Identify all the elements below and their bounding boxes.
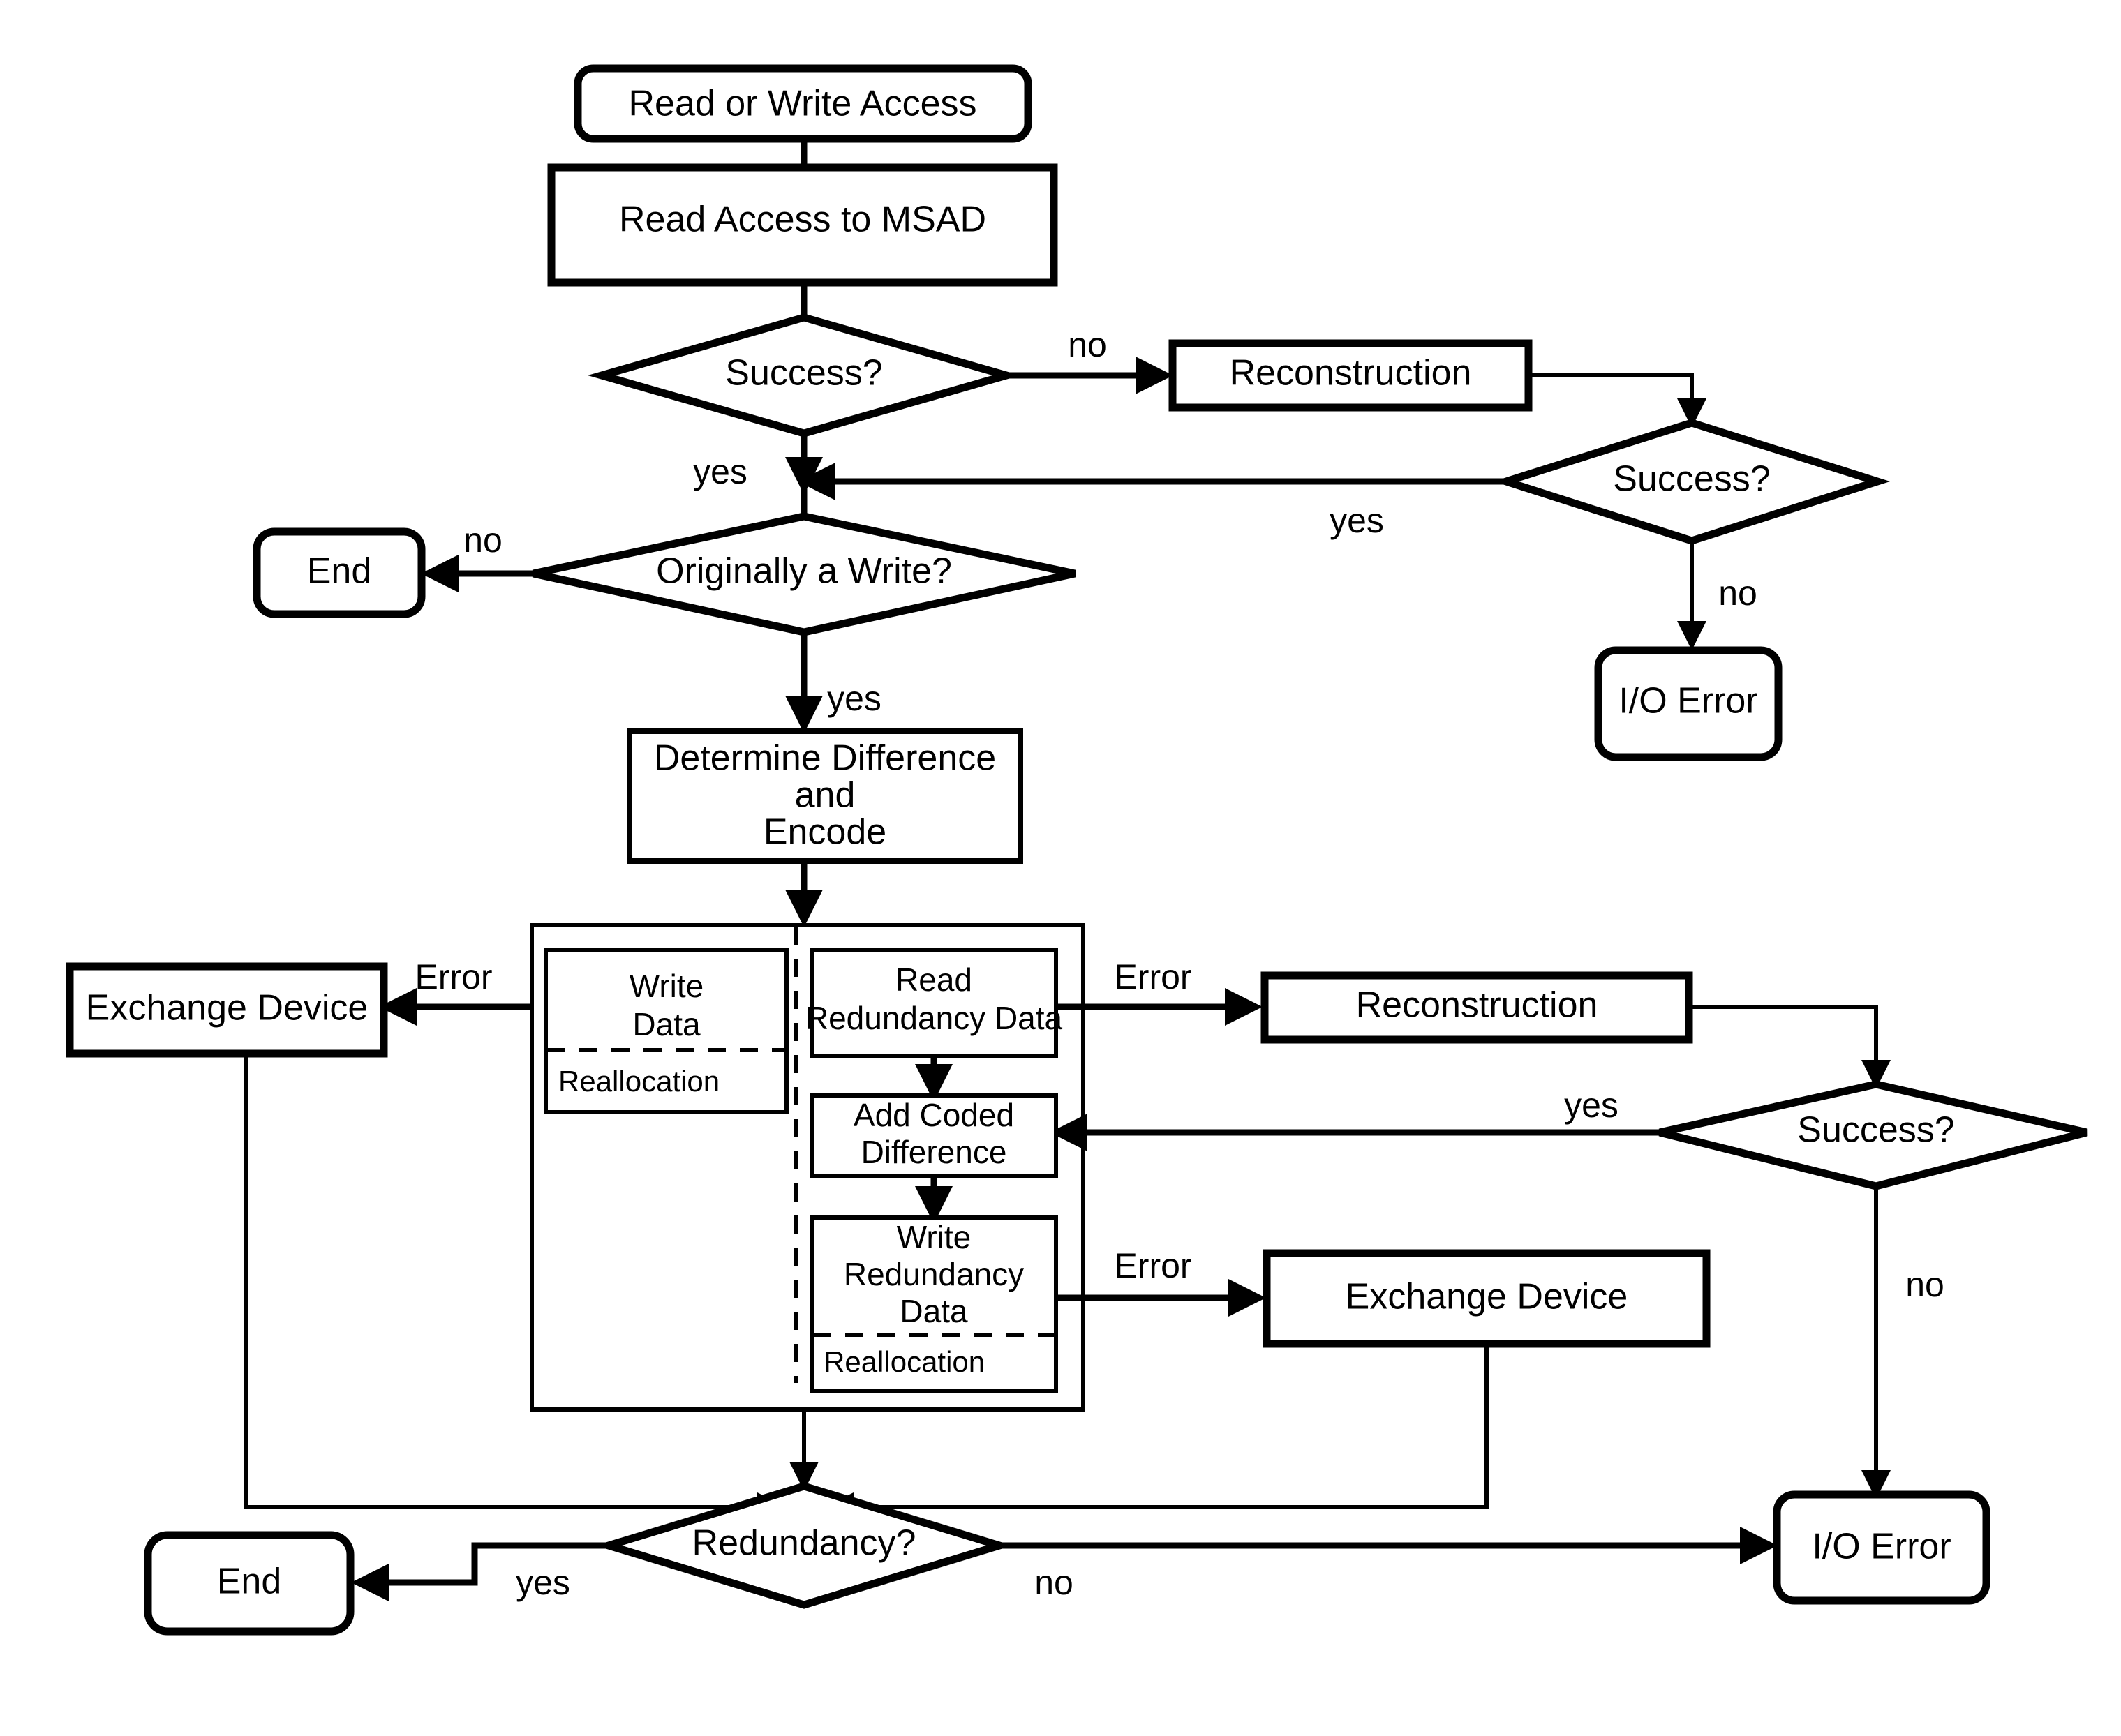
edge-reconstruction1-to-success2 [1528, 373, 1706, 428]
edge-reconstruction2-to-success3 [1689, 1005, 1891, 1089]
edge-label-success1-yes: yes [693, 452, 747, 491]
node-add-coded-line1: Add Coded [854, 1097, 1014, 1133]
node-success3-label: Success? [1797, 1110, 1954, 1151]
edge-label-read-redundancy-error: Error [1114, 957, 1191, 996]
node-originally-write-label: Originally a Write? [656, 551, 952, 592]
node-read-msad-label: Read Access to MSAD [619, 200, 986, 240]
node-read-redundancy-line1: Read [895, 961, 972, 998]
node-reconstruction2-label: Reconstruction [1356, 985, 1598, 1026]
node-start-label: Read or Write Access [628, 84, 976, 124]
node-determine-difference-line2: and [795, 775, 856, 816]
edge-label-originally-write-yes: yes [827, 679, 881, 718]
edge-label-success3-yes: yes [1564, 1086, 1618, 1125]
node-success1-label: Success? [725, 353, 882, 394]
edge-label-success1-no: no [1068, 325, 1107, 364]
node-end-2-label: End [217, 1562, 282, 1602]
edge-label-write-data-error: Error [415, 957, 492, 996]
node-write-data-reallocation: Reallocation [558, 1065, 720, 1098]
node-determine-difference-line3: Encode [764, 812, 886, 853]
edge-label-redundancy-yes: yes [516, 1563, 570, 1602]
node-read-redundancy-line2: Redundancy Data [805, 1000, 1063, 1036]
node-exchange-device-right-label: Exchange Device [1346, 1277, 1628, 1317]
node-write-redundancy-line3: Data [900, 1293, 968, 1329]
node-redundancy-label: Redundancy? [692, 1523, 916, 1564]
node-write-redundancy-reallocation: Reallocation [824, 1345, 985, 1378]
node-exchange-device-left-label: Exchange Device [86, 988, 369, 1028]
edge-label-success2-yes: yes [1330, 501, 1384, 540]
edge-label-success3-no: no [1905, 1265, 1944, 1304]
edge-label-write-redundancy-error: Error [1114, 1246, 1191, 1285]
node-write-data-line2: Data [632, 1006, 701, 1042]
node-io-error-2-label: I/O Error [1812, 1527, 1951, 1567]
node-add-coded-line2: Difference [861, 1134, 1007, 1170]
edge-label-success2-no: no [1718, 574, 1757, 613]
node-io-error-1-label: I/O Error [1618, 681, 1757, 721]
node-end-1-label: End [307, 551, 372, 592]
edge-exchange-left-to-redundancy [244, 1054, 787, 1522]
flowchart-svg: Read or Write Access Read Access to MSAD… [66, 64, 2088, 1636]
flowchart-canvas: Read or Write Access Read Access to MSAD… [0, 0, 2121, 1736]
edge-label-redundancy-no: no [1034, 1563, 1073, 1602]
node-write-data-line1: Write [630, 968, 704, 1004]
node-success2-label: Success? [1613, 459, 1770, 500]
node-reconstruction1-label: Reconstruction [1230, 353, 1472, 394]
node-write-redundancy-line1: Write [897, 1219, 972, 1255]
edge-redundancy-yes [351, 1542, 609, 1601]
node-determine-difference-line1: Determine Difference [654, 738, 996, 779]
edge-label-originally-write-no: no [463, 521, 503, 560]
node-write-redundancy-line2: Redundancy [844, 1256, 1024, 1292]
